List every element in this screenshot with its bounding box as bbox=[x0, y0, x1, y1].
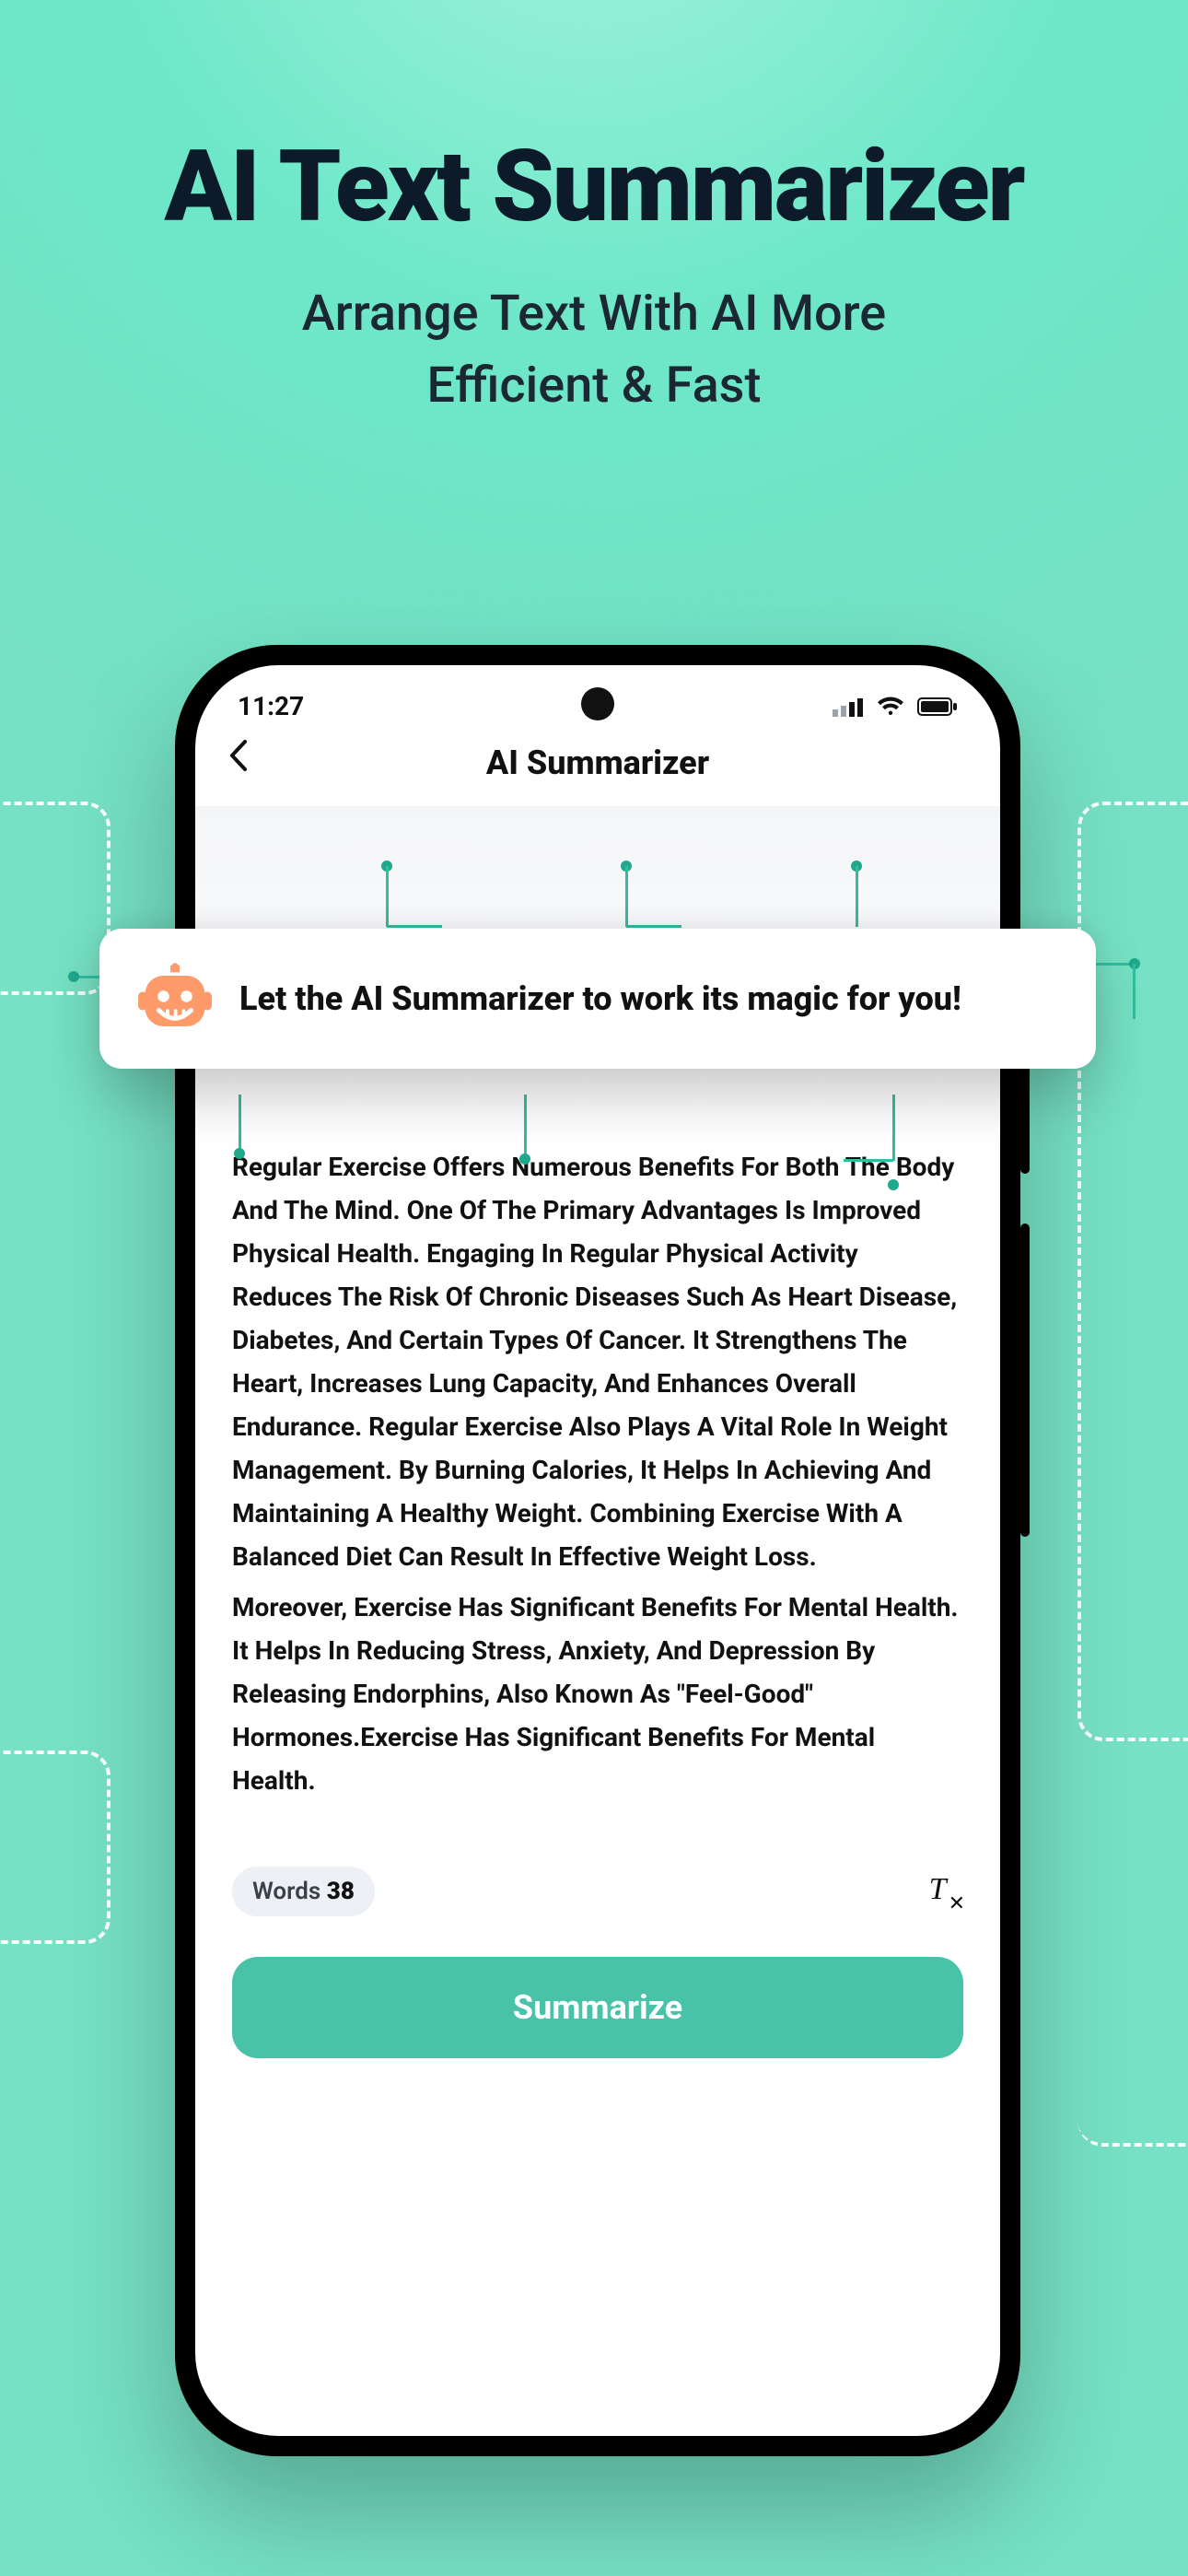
app-header: AI Summarizer bbox=[195, 731, 1000, 806]
phone-frame: 11:27 AI Summarizer Regular Exercise bbox=[175, 645, 1020, 2456]
clear-text-icon: T✕ bbox=[929, 1872, 963, 1906]
word-count-label: Words bbox=[252, 1878, 320, 1905]
screen-title: AI Summarizer bbox=[486, 744, 709, 782]
hint-text: Let the AI Summarizer to work its magic … bbox=[239, 976, 961, 1022]
back-button[interactable] bbox=[228, 740, 249, 777]
robot-icon bbox=[138, 962, 212, 1036]
decoration-dashed-box bbox=[0, 802, 111, 995]
summarize-button[interactable]: Summarize bbox=[232, 1957, 963, 2058]
input-text-area[interactable]: Regular Exercise Offers Numerous Benefit… bbox=[195, 1138, 1000, 1802]
word-count-value: 38 bbox=[327, 1878, 355, 1905]
promo-title: AI Text Summarizer bbox=[0, 129, 1188, 245]
word-count-chip: Words 38 bbox=[232, 1867, 375, 1916]
decoration-dashed-box bbox=[0, 1751, 111, 1944]
selfie-camera bbox=[581, 687, 614, 720]
input-paragraph: Moreover, Exercise Has Significant Benef… bbox=[232, 1586, 963, 1802]
battery-icon bbox=[917, 697, 958, 717]
chevron-left-icon bbox=[228, 740, 249, 771]
status-time: 11:27 bbox=[238, 691, 304, 721]
promo-subtitle: Arrange Text With AI More Efficient & Fa… bbox=[0, 278, 1188, 423]
decoration-dashed-box bbox=[1077, 2091, 1188, 2147]
cellular-signal-icon bbox=[833, 697, 864, 717]
input-paragraph: Regular Exercise Offers Numerous Benefit… bbox=[232, 1145, 963, 1578]
promo-heading: AI Text Summarizer Arrange Text With AI … bbox=[0, 129, 1188, 423]
hint-card: Let the AI Summarizer to work its magic … bbox=[99, 929, 1096, 1069]
clear-text-button[interactable]: T✕ bbox=[929, 1872, 963, 1912]
wifi-icon bbox=[877, 697, 904, 717]
